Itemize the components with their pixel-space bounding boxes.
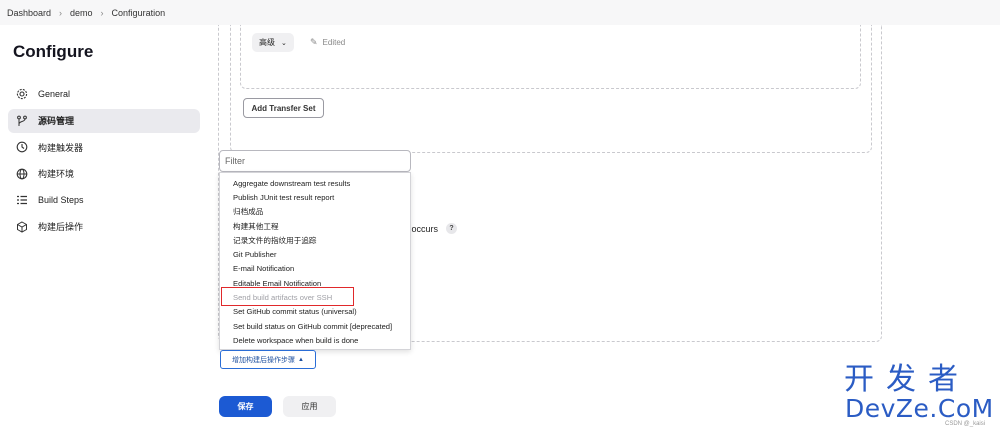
watermark-cn: 开发者 xyxy=(844,362,970,397)
sidebar-item-triggers[interactable]: 构建触发器 xyxy=(8,135,200,159)
menu-item[interactable]: Set build status on GitHub commit [depre… xyxy=(220,319,410,333)
menu-item[interactable]: Set GitHub commit status (universal) xyxy=(220,305,410,319)
sidebar-item-general[interactable]: General xyxy=(8,82,200,106)
sidebar-item-scm[interactable]: 源码管理 xyxy=(8,108,200,133)
chevron-down-icon: ⌄ xyxy=(281,39,287,47)
branch-icon xyxy=(16,115,28,127)
edited-indicator: ✎ Edited xyxy=(310,37,345,48)
page-title: Configure xyxy=(13,42,94,61)
highlight-annotation xyxy=(221,287,354,306)
post-build-dropdown-menu: Aggregate downstream test results Publis… xyxy=(219,172,411,350)
help-icon[interactable]: ? xyxy=(446,223,458,234)
caret-up-icon: ▲ xyxy=(298,356,304,363)
globe-icon xyxy=(16,168,28,180)
sidebar-item-label: 构建触发器 xyxy=(38,142,84,153)
menu-item[interactable]: 构建其他工程 xyxy=(220,219,410,233)
breadcrumb-configuration[interactable]: Configuration xyxy=(112,8,166,18)
watermark-credit: CSDN @_kaisi xyxy=(945,421,986,427)
sidebar-item-environment[interactable]: 构建环境 xyxy=(8,162,200,186)
save-button[interactable]: 保存 xyxy=(219,396,272,417)
cube-icon xyxy=(16,221,28,233)
menu-item[interactable]: Aggregate downstream test results xyxy=(220,176,410,190)
breadcrumb: Dashboard › demo › Configuration xyxy=(0,0,1000,25)
filter-input[interactable] xyxy=(219,150,411,172)
add-post-build-step-button[interactable]: 增加构建后操作步骤 ▲ xyxy=(220,350,316,369)
gear-icon xyxy=(16,88,28,100)
chevron-right-icon: › xyxy=(59,7,63,18)
chevron-right-icon: › xyxy=(100,7,104,18)
menu-item[interactable]: E-mail Notification xyxy=(220,262,410,276)
sidebar-item-label: General xyxy=(38,89,71,99)
watermark-en: DevZe.CoM xyxy=(845,394,994,423)
menu-item[interactable]: Delete workspace when build is done xyxy=(220,333,410,347)
breadcrumb-dashboard[interactable]: Dashboard xyxy=(7,8,51,18)
menu-item[interactable]: 归档成品 xyxy=(220,205,410,219)
pencil-icon: ✎ xyxy=(310,37,318,47)
sidebar-item-label: 构建后操作 xyxy=(38,222,84,233)
menu-item[interactable]: Publish JUnit test result report xyxy=(220,190,410,204)
sidebar-item-build-steps[interactable]: Build Steps xyxy=(8,188,200,212)
clock-icon xyxy=(16,141,28,153)
sidebar: General 源码管理 构建触发器 构建环境 Build Steps 构建后操… xyxy=(8,82,200,242)
menu-item[interactable]: 记录文件的指纹用于追踪 xyxy=(220,233,410,247)
edited-label: Edited xyxy=(322,38,346,47)
add-transfer-set-button[interactable]: Add Transfer Set xyxy=(243,98,324,118)
list-icon xyxy=(16,194,28,206)
advanced-label: 高级 xyxy=(259,38,275,47)
transfer-set-section xyxy=(240,25,861,89)
menu-item[interactable]: Git Publisher xyxy=(220,247,410,261)
add-post-build-label: 增加构建后操作步骤 xyxy=(232,356,296,364)
sidebar-item-label: 源码管理 xyxy=(38,116,75,127)
sidebar-item-label: Build Steps xyxy=(38,195,84,206)
apply-button[interactable]: 应用 xyxy=(283,396,336,417)
advanced-button[interactable]: 高级 ⌄ xyxy=(252,33,294,52)
sidebar-item-post-build[interactable]: 构建后操作 xyxy=(8,215,200,239)
breadcrumb-demo[interactable]: demo xyxy=(70,8,93,18)
sidebar-item-label: 构建环境 xyxy=(38,169,75,180)
